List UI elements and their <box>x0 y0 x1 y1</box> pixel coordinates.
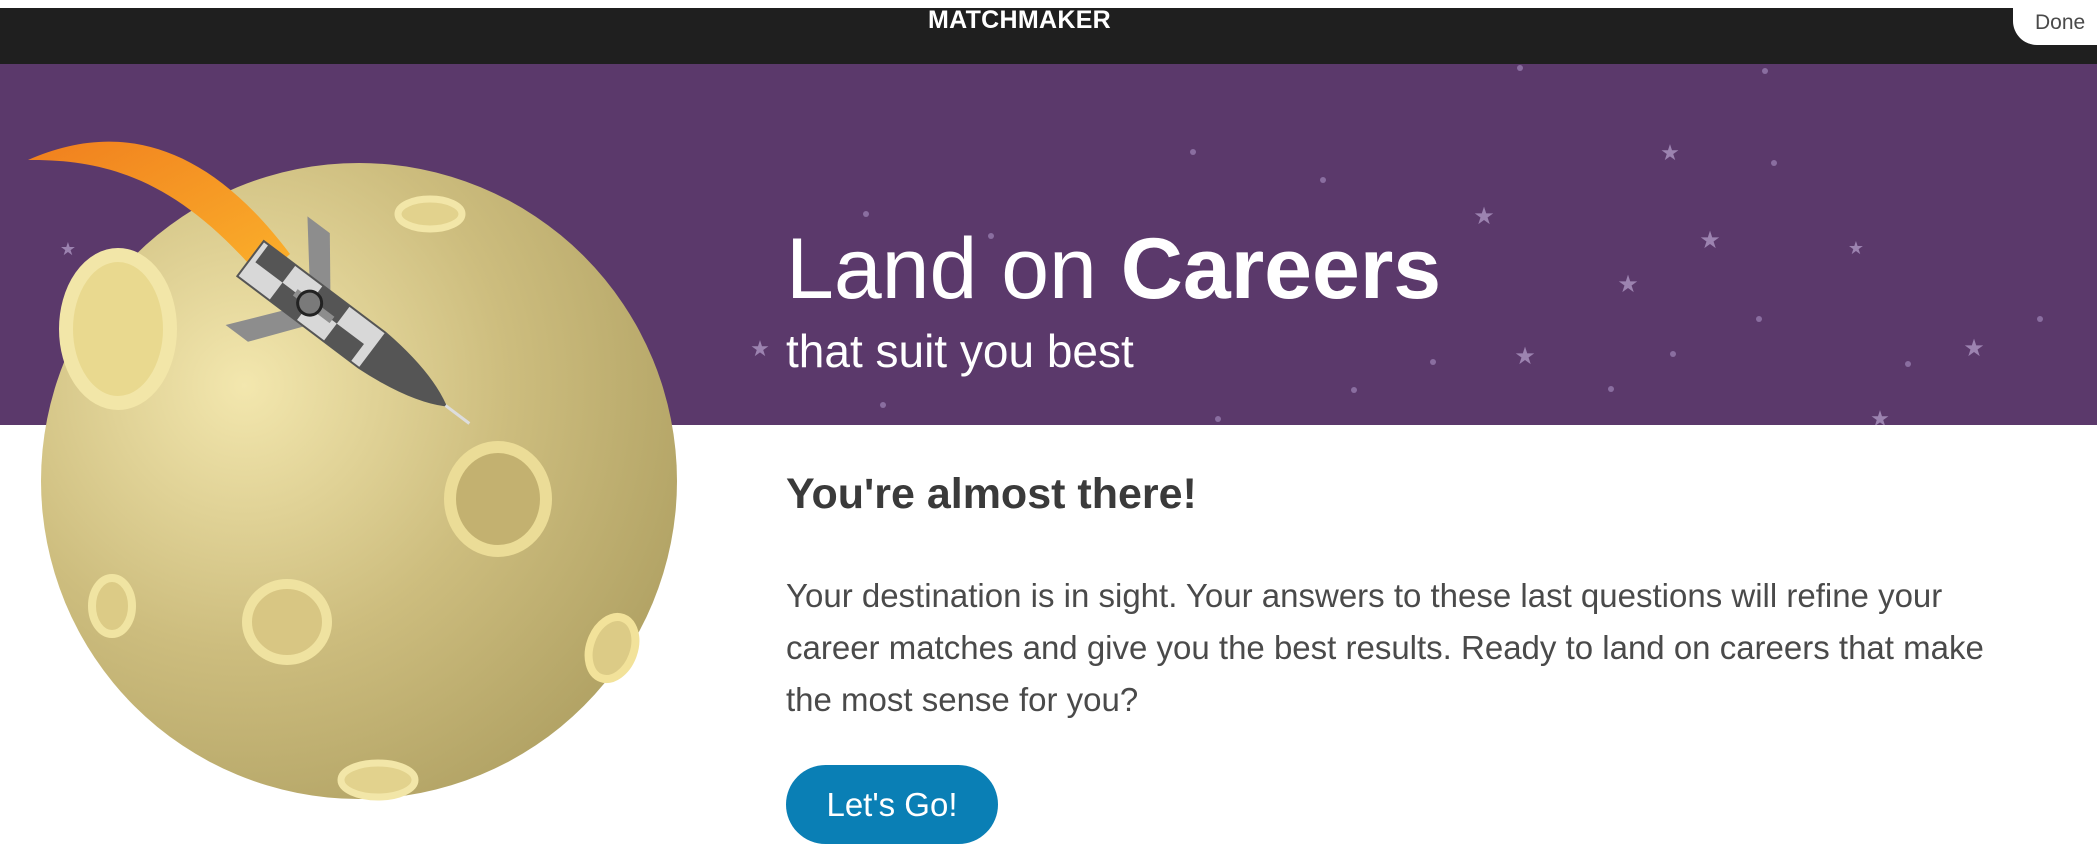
svg-text:★: ★ <box>1617 270 1639 298</box>
moon <box>41 163 677 801</box>
svg-text:★: ★ <box>1963 334 1985 362</box>
hero-title: Land on Careers <box>786 226 1441 312</box>
hero-title-bold: Careers <box>1120 221 1442 317</box>
body-text: Your destination is in sight. Your answe… <box>786 577 1984 718</box>
done-button[interactable]: Done <box>2013 0 2097 45</box>
moon-rocket-illustration <box>28 141 677 801</box>
svg-text:★: ★ <box>1848 238 1864 259</box>
svg-text:★: ★ <box>1473 202 1495 230</box>
svg-text:★: ★ <box>1514 342 1536 370</box>
top-bar: MATCHMAKER Done <box>0 0 2097 64</box>
hero-subtitle: that suit you best <box>786 325 1134 377</box>
svg-text:★: ★ <box>750 337 770 362</box>
svg-text:★: ★ <box>1870 407 1890 425</box>
hero-title-light: Land on <box>786 221 1097 317</box>
svg-text:★: ★ <box>1699 226 1721 254</box>
svg-text:★: ★ <box>1660 141 1680 166</box>
app-title: MATCHMAKER <box>927 6 1112 34</box>
lets-go-button[interactable]: Let's Go! <box>786 765 998 844</box>
section-heading: You're almost there! <box>786 470 1197 518</box>
